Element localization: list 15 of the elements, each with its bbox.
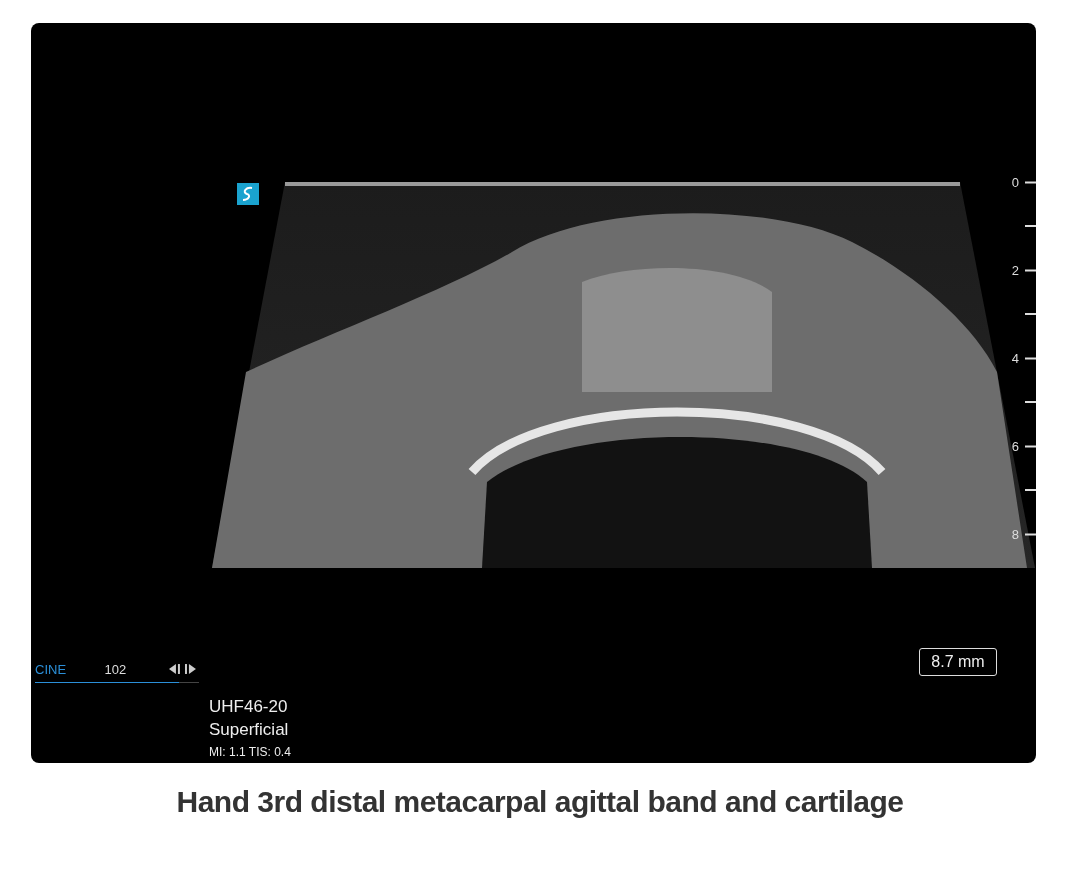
image-caption: Hand 3rd distal metacarpal agittal band and cartilage: [175, 785, 905, 819]
depth-label: 4: [1011, 350, 1019, 366]
acoustic-indices: MI: 1.1 TIS: 0.4: [209, 745, 291, 759]
logo-icon: [237, 183, 259, 205]
probe-model: UHF46-20: [209, 696, 289, 718]
step-back-icon[interactable]: [169, 664, 182, 674]
step-forward-icon[interactable]: [184, 664, 196, 674]
depth-label: 8: [1011, 526, 1019, 542]
depth-label: 0: [1011, 174, 1019, 190]
preset-name: Superficial: [209, 719, 290, 741]
depth-label: 2: [1011, 262, 1019, 278]
depth-label: 6: [1011, 438, 1019, 454]
measurement-readout: 8.7 mm: [919, 648, 997, 676]
frame-number: 102: [104, 661, 128, 677]
cine-label: CINE: [35, 661, 68, 677]
